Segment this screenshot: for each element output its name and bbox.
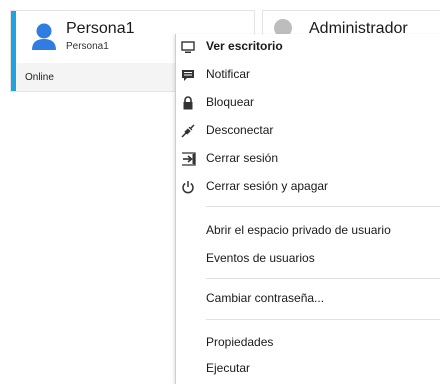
menu-item-label: Bloquear <box>206 95 255 109</box>
menu-item-eventos-de-usuarios[interactable]: Eventos de usuarios <box>176 246 440 272</box>
sign-out-icon <box>180 151 196 167</box>
menu-item-ejecutar[interactable]: Ejecutar <box>176 356 440 382</box>
menu-item-cerrar-sesion-y-apagar[interactable]: Cerrar sesión y apagar <box>176 174 440 200</box>
menu-separator <box>206 278 440 279</box>
user-name: Persona1 <box>66 20 135 37</box>
lock-icon <box>180 95 196 111</box>
menu-item-propiedades[interactable]: Propiedades <box>176 330 440 356</box>
menu-item-label: Desconectar <box>206 123 274 137</box>
menu-item-label: Propiedades <box>206 335 274 349</box>
menu-item-label: Cerrar sesión <box>206 151 279 165</box>
menu-item-label: Notificar <box>206 67 251 81</box>
menu-item-desconectar[interactable]: Desconectar <box>176 118 440 144</box>
menu-separator <box>206 319 440 320</box>
menu-item-ver-escritorio[interactable]: Ver escritorio <box>176 34 440 60</box>
menu-item-label: Cambiar contraseña... <box>206 291 325 305</box>
user-subtitle: Persona1 <box>66 41 109 52</box>
menu-item-label: Eventos de usuarios <box>206 251 315 265</box>
menu-item-label: Abrir el espacio privado de usuario <box>206 223 391 237</box>
user-avatar-icon <box>32 23 56 50</box>
monitor-icon <box>180 39 196 55</box>
menu-item-label: Cerrar sesión y apagar <box>206 179 329 193</box>
menu-item-cambiar-contrasena[interactable]: Cambiar contraseña... <box>176 286 440 312</box>
menu-item-cerrar-sesion[interactable]: Cerrar sesión <box>176 146 440 172</box>
menu-item-label: Ver escritorio <box>206 39 283 53</box>
message-icon <box>180 67 196 83</box>
menu-item-abrir-espacio-privado[interactable]: Abrir el espacio privado de usuario <box>176 218 440 244</box>
disconnect-plug-icon <box>180 123 196 139</box>
context-menu: Ver escritorio Notificar Bloquear Descon… <box>175 34 440 384</box>
user-status: Online <box>25 72 54 83</box>
menu-separator <box>206 206 440 207</box>
menu-item-bloquear[interactable]: Bloquear <box>176 90 440 116</box>
power-icon <box>180 179 196 195</box>
menu-item-label: Ejecutar <box>206 361 251 375</box>
menu-item-notificar[interactable]: Notificar <box>176 62 440 88</box>
